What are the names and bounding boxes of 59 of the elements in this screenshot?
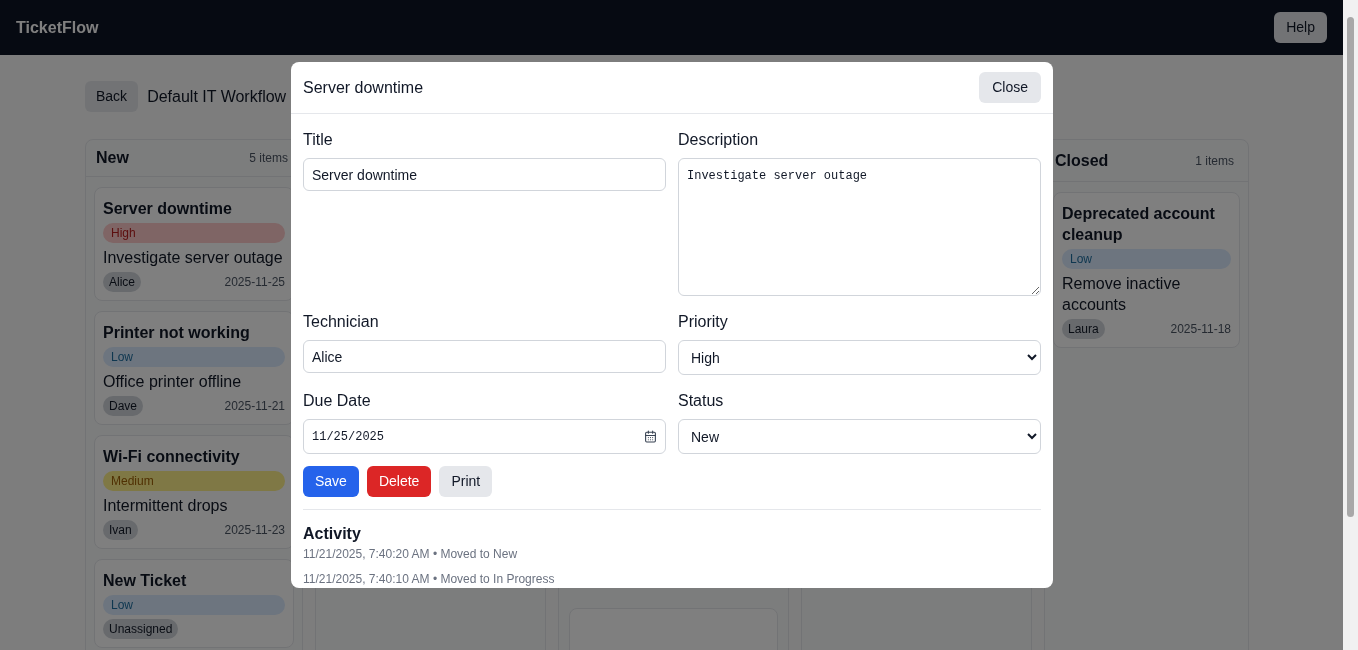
priority-badge: Low — [103, 595, 285, 615]
ticket-title: Server downtime — [103, 199, 233, 219]
delete-button[interactable]: Delete — [366, 466, 432, 497]
workflow-title: Default IT Workflow — [147, 86, 287, 107]
due-date: 2025-11-18 — [1170, 321, 1231, 338]
activity-entry: 11/21/2025, 7:40:10 AM • Moved to In Progress — [303, 571, 556, 588]
ticket-title: Wi-Fi connectivity — [103, 447, 241, 467]
ticket-description: Intermittent drops — [103, 496, 229, 516]
ticket-card[interactable]: Server downtime High Investigate server outage Alice 2025-11-25 — [94, 187, 294, 301]
priority-select[interactable]: High — [678, 340, 1041, 375]
title-field[interactable]: Server downtime — [303, 158, 666, 191]
assignee-badge: Unassigned — [103, 619, 179, 639]
ticket-description: Office printer offline — [103, 372, 243, 392]
priority-badge: High — [103, 223, 285, 243]
technician-field[interactable]: Alice — [303, 340, 666, 373]
back-button[interactable]: Back — [85, 81, 139, 112]
ticket-title: New Ticket — [103, 571, 188, 591]
close-button[interactable]: Close — [979, 72, 1041, 103]
calendar-icon[interactable] — [644, 430, 657, 443]
field-label: Due Date — [303, 391, 372, 411]
print-button[interactable]: Print — [439, 466, 493, 497]
ticket-description: Remove inactive accounts — [1062, 274, 1182, 315]
save-button[interactable]: Save — [303, 466, 359, 497]
field-label: Status — [678, 391, 725, 411]
item-count: 1 items — [1195, 152, 1234, 170]
ticket-card[interactable]: Deprecated account cleanup Low Remove inactive accounts Laura 2025-11-18 — [1053, 192, 1240, 348]
scrollbar-thumb[interactable] — [1347, 17, 1354, 517]
field-label: Description — [678, 130, 760, 150]
scrollbar[interactable] — [1343, 0, 1358, 650]
due-date: 2025-11-25 — [224, 274, 285, 291]
due-date: 2025-11-23 — [224, 522, 285, 539]
field-label: Priority — [678, 312, 729, 332]
priority-badge: Low — [1062, 249, 1231, 269]
ticket-card[interactable]: Printer not working Low Office printer offline Dave 2025-11-21 — [94, 311, 294, 425]
activity-heading: Activity — [303, 525, 362, 543]
activity-entry: 11/21/2025, 7:40:20 AM • Moved to New — [303, 546, 519, 563]
ticket-title: Printer not working — [103, 323, 251, 343]
field-label: Technician — [303, 312, 380, 332]
item-count: 5 items — [249, 150, 288, 167]
ticket-card[interactable]: Wi-Fi connectivity Medium Intermittent drops Ivan 2025-11-23 — [94, 435, 294, 549]
ticket-title: Deprecated account cleanup — [1062, 204, 1216, 245]
help-button[interactable]: Help — [1274, 12, 1327, 43]
assignee-badge: Alice — [103, 272, 141, 292]
ticket-description: Investigate server outage — [103, 248, 284, 268]
assignee-badge: Dave — [103, 396, 143, 416]
column-title: Closed — [1055, 150, 1109, 171]
priority-badge: Medium — [103, 471, 285, 491]
status-select[interactable]: New — [678, 419, 1041, 454]
priority-badge: Low — [103, 347, 285, 367]
field-label: Title — [303, 130, 334, 150]
due-date: 2025-11-21 — [224, 398, 285, 415]
ticket-card[interactable]: New Ticket Low Unassigned — [94, 559, 294, 648]
description-field[interactable]: Investigate server outage — [678, 158, 1041, 296]
brand-name: TicketFlow — [16, 17, 99, 38]
assignee-badge: Ivan — [103, 520, 138, 540]
due-date-field[interactable]: 11/25/2025 — [303, 419, 666, 454]
column-title: New — [96, 148, 129, 168]
assignee-badge: Laura — [1062, 319, 1105, 339]
dialog-title: Server downtime — [303, 77, 424, 98]
